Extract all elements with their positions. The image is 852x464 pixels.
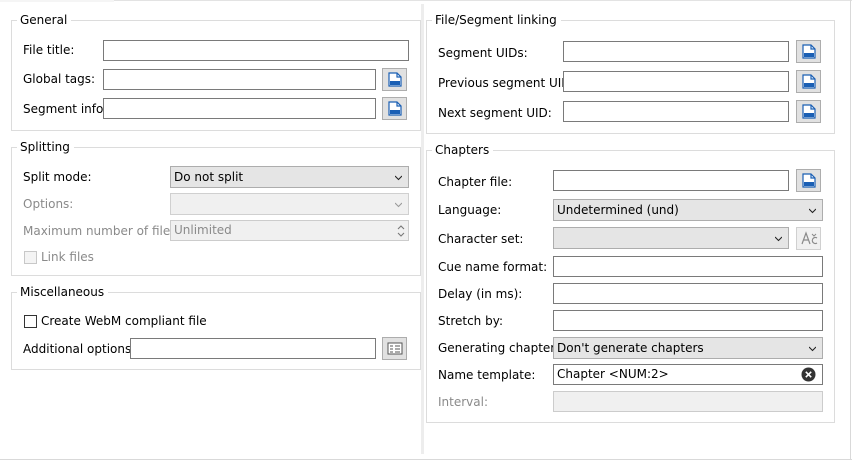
options-editor-icon — [387, 342, 403, 355]
browse-file-icon — [388, 72, 402, 87]
webm-label: Create WebM compliant file — [41, 314, 207, 328]
next-uid-browse-button[interactable] — [796, 100, 821, 123]
interval-label: Interval: — [438, 395, 488, 409]
top-separator — [0, 0, 852, 1]
link-files-checkbox[interactable] — [24, 251, 37, 264]
browse-file-icon — [388, 101, 402, 116]
pane-bottom-border — [0, 459, 852, 460]
webm-checkbox[interactable] — [24, 315, 37, 328]
global-tags-browse-button[interactable] — [382, 68, 407, 91]
stretch-input[interactable] — [553, 310, 823, 331]
delay-label: Delay (in ms): — [438, 287, 523, 301]
segment-info-input[interactable] — [103, 98, 376, 119]
split-mode-label: Split mode: — [23, 170, 92, 184]
charset-label: Character set: — [438, 232, 524, 246]
pane-right-border — [850, 0, 851, 460]
global-tags-label: Global tags: — [23, 72, 96, 86]
prev-uid-input[interactable] — [563, 71, 789, 92]
max-files-label: Maximum number of files: — [23, 224, 181, 238]
browse-file-icon — [802, 74, 816, 89]
selected-tab-edge — [0, 0, 114, 2]
generating-chapters-select[interactable]: Don't generate chapters — [553, 337, 823, 359]
cue-format-input[interactable] — [553, 256, 823, 277]
chapter-file-browse-button[interactable] — [796, 169, 821, 192]
charset-select[interactable] — [553, 227, 789, 249]
stretch-label: Stretch by: — [438, 314, 503, 328]
splitting-legend: Splitting — [17, 140, 74, 154]
segment-uids-browse-button[interactable] — [796, 40, 821, 63]
misc-legend: Miscellaneous — [17, 285, 109, 299]
interval-input[interactable] — [553, 391, 823, 412]
next-uid-input[interactable] — [563, 101, 789, 122]
segment-uids-input[interactable] — [563, 41, 789, 62]
additional-options-label: Additional options: — [23, 342, 136, 356]
prev-uid-browse-button[interactable] — [796, 70, 821, 93]
segment-info-browse-button[interactable] — [382, 97, 407, 120]
spin-arrows-icon — [397, 225, 405, 237]
options-editor-button[interactable] — [382, 337, 407, 360]
generating-chapters-value: Don't generate chapters — [557, 341, 704, 355]
additional-options-input[interactable] — [130, 338, 376, 359]
browse-file-icon — [802, 173, 816, 188]
language-value: Undetermined (und) — [557, 203, 679, 217]
split-mode-select[interactable]: Do not split — [170, 166, 409, 188]
file-title-input[interactable] — [103, 40, 409, 61]
segment-info-label: Segment info: — [23, 102, 108, 116]
linking-legend: File/Segment linking — [432, 13, 561, 27]
chevron-down-icon — [809, 346, 816, 352]
charset-icon — [801, 231, 818, 245]
options-label: Options: — [23, 197, 74, 211]
global-tags-input[interactable] — [103, 69, 376, 90]
chevron-down-icon — [395, 175, 402, 181]
cue-format-label: Cue name format: — [438, 260, 548, 274]
charset-button[interactable] — [796, 227, 821, 250]
language-label: Language: — [438, 203, 502, 217]
pane-splitter[interactable] — [421, 4, 424, 454]
clear-icon[interactable] — [801, 367, 816, 382]
name-template-value: Chapter <NUM:2> — [557, 367, 669, 381]
general-legend: General — [17, 13, 72, 27]
language-select[interactable]: Undetermined (und) — [553, 199, 823, 221]
link-files-label: Link files — [41, 250, 94, 264]
chevron-down-icon — [809, 208, 816, 214]
chevron-down-icon — [395, 202, 402, 208]
segment-uids-label: Segment UIDs: — [438, 46, 528, 60]
chapter-file-input[interactable] — [553, 170, 789, 191]
browse-file-icon — [802, 104, 816, 119]
browse-file-icon — [802, 44, 816, 59]
generating-chapters-label: Generating chapters: — [438, 341, 566, 355]
file-title-label: File title: — [23, 43, 75, 57]
name-template-label: Name template: — [438, 368, 536, 382]
chapters-legend: Chapters — [432, 143, 494, 157]
max-files-spinbox[interactable]: Unlimited — [170, 220, 409, 241]
options-select[interactable] — [170, 193, 409, 215]
max-files-value: Unlimited — [174, 223, 232, 237]
next-uid-label: Next segment UID: — [438, 106, 552, 120]
delay-input[interactable] — [553, 283, 823, 304]
chapter-file-label: Chapter file: — [438, 175, 513, 189]
chevron-down-icon — [775, 236, 782, 242]
prev-uid-label: Previous segment UID: — [438, 76, 575, 90]
name-template-input[interactable]: Chapter <NUM:2> — [553, 364, 823, 385]
split-mode-value: Do not split — [174, 170, 244, 184]
